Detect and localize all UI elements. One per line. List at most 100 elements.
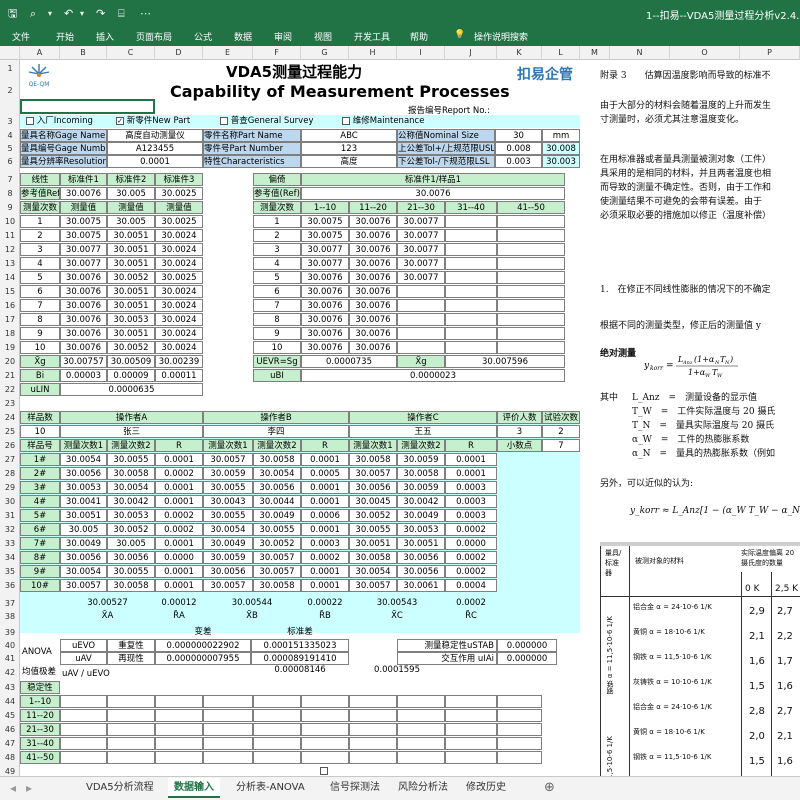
row-header[interactable]: 16 bbox=[0, 299, 20, 312]
row-header[interactable]: 7 bbox=[0, 173, 20, 186]
col-header[interactable]: H bbox=[349, 46, 397, 60]
checkbox-maintenance[interactable]: 维修Maintenance bbox=[342, 115, 424, 128]
lin-value[interactable]: 30.0024 bbox=[155, 327, 203, 340]
scroll-right-icon[interactable]: ▸ bbox=[20, 778, 38, 798]
tell-me-search[interactable]: 操作说明搜索 bbox=[474, 30, 528, 43]
stability-cell[interactable] bbox=[301, 695, 349, 708]
sheet-tab-input[interactable]: 数据输入 bbox=[168, 778, 220, 798]
bias-value[interactable]: 30.0076 bbox=[349, 285, 397, 298]
grr-value[interactable]: 30.0058 bbox=[253, 579, 301, 592]
stability-cell[interactable] bbox=[301, 709, 349, 722]
grr-value[interactable]: 30.0053 bbox=[107, 509, 155, 522]
bias-value[interactable]: 30.0076 bbox=[349, 257, 397, 270]
grr-value[interactable]: 30.0057 bbox=[253, 565, 301, 578]
row-header[interactable]: 1 bbox=[0, 62, 20, 75]
lin-value[interactable]: 30.0025 bbox=[155, 271, 203, 284]
stability-cell[interactable] bbox=[60, 723, 107, 736]
bias-value[interactable]: 30.0075 bbox=[301, 229, 349, 242]
grr-value[interactable]: 30.0055 bbox=[107, 453, 155, 466]
grr-value[interactable]: 30.0049 bbox=[253, 509, 301, 522]
grr-value[interactable]: 30.0052 bbox=[253, 537, 301, 550]
stability-cell[interactable] bbox=[301, 737, 349, 750]
row-header[interactable]: 21 bbox=[0, 369, 20, 382]
gage-no-value[interactable]: A123455 bbox=[107, 142, 203, 155]
nominal-value[interactable]: 30 bbox=[495, 129, 542, 142]
grr-value[interactable]: 30.0059 bbox=[203, 467, 253, 480]
row-header[interactable]: 44 bbox=[0, 695, 20, 708]
bias-value[interactable]: 30.0076 bbox=[349, 341, 397, 354]
evaluators-value[interactable]: 3 bbox=[497, 425, 542, 438]
bias-value[interactable] bbox=[497, 341, 565, 354]
lin-value[interactable]: 30.0024 bbox=[155, 341, 203, 354]
bias-value[interactable]: 30.0076 bbox=[349, 215, 397, 228]
bias-ref-value[interactable]: 30.0076 bbox=[301, 187, 565, 200]
bias-value[interactable]: 30.0076 bbox=[301, 327, 349, 340]
col-header[interactable]: K bbox=[497, 46, 542, 60]
stability-cell[interactable] bbox=[253, 709, 301, 722]
grr-value[interactable]: 30.0042 bbox=[107, 495, 155, 508]
lsl-tol-value[interactable]: 0.003 bbox=[495, 155, 542, 168]
stability-cell[interactable] bbox=[203, 723, 253, 736]
lin-value[interactable]: 30.0051 bbox=[107, 327, 155, 340]
lin-value[interactable]: 30.0052 bbox=[107, 341, 155, 354]
col-header[interactable]: A bbox=[20, 46, 60, 60]
bias-value[interactable] bbox=[445, 285, 497, 298]
grr-value[interactable]: 30.0056 bbox=[107, 551, 155, 564]
col-header[interactable]: F bbox=[253, 46, 301, 60]
stability-cell[interactable] bbox=[397, 709, 445, 722]
row-header[interactable]: 20 bbox=[0, 355, 20, 368]
tab-view[interactable]: 视图 bbox=[314, 30, 332, 43]
stability-cell[interactable] bbox=[155, 723, 203, 736]
trials-value[interactable]: 2 bbox=[542, 425, 580, 438]
grr-value[interactable]: 30.0051 bbox=[349, 537, 397, 550]
grr-value[interactable]: 30.0041 bbox=[60, 495, 107, 508]
stability-cell[interactable] bbox=[203, 709, 253, 722]
row-header[interactable]: 45 bbox=[0, 709, 20, 722]
resolution-value[interactable]: 0.0001 bbox=[107, 155, 203, 168]
grr-value[interactable]: 30.0056 bbox=[253, 481, 301, 494]
bias-value[interactable] bbox=[497, 313, 565, 326]
customize-icon[interactable]: ⋯ bbox=[140, 7, 151, 21]
bias-value[interactable] bbox=[445, 313, 497, 326]
grr-value[interactable]: 30.0044 bbox=[253, 495, 301, 508]
row-header[interactable]: 19 bbox=[0, 341, 20, 354]
grr-value[interactable]: 30.0057 bbox=[203, 453, 253, 466]
lin-value[interactable]: 30.0076 bbox=[60, 313, 107, 326]
stability-cell[interactable] bbox=[445, 709, 497, 722]
stability-cell[interactable] bbox=[107, 723, 155, 736]
bias-value[interactable]: 30.0076 bbox=[301, 271, 349, 284]
operator-b-name[interactable]: 李四 bbox=[203, 425, 349, 438]
grr-value[interactable]: 30.0054 bbox=[253, 467, 301, 480]
stability-cell[interactable] bbox=[253, 723, 301, 736]
row-header[interactable]: 25 bbox=[0, 425, 20, 438]
lin-value[interactable]: 30.0024 bbox=[155, 285, 203, 298]
grr-value[interactable]: 30.0055 bbox=[203, 481, 253, 494]
bias-value[interactable] bbox=[445, 229, 497, 242]
decimal-value[interactable]: 7 bbox=[542, 439, 580, 452]
bias-value[interactable] bbox=[497, 285, 565, 298]
grr-value[interactable]: 30.0058 bbox=[397, 467, 445, 480]
lin-value[interactable]: 30.0053 bbox=[107, 313, 155, 326]
grr-value[interactable]: 30.0042 bbox=[397, 495, 445, 508]
bias-value[interactable] bbox=[397, 285, 445, 298]
bias-value[interactable]: 30.0076 bbox=[301, 313, 349, 326]
row-header[interactable]: 2 bbox=[0, 84, 20, 97]
stability-cell[interactable] bbox=[107, 751, 155, 764]
bias-value[interactable] bbox=[397, 313, 445, 326]
grr-value[interactable]: 30.0054 bbox=[60, 565, 107, 578]
row-header[interactable]: 8 bbox=[0, 187, 20, 200]
grr-value[interactable]: 30.0059 bbox=[397, 453, 445, 466]
stability-cell[interactable] bbox=[60, 737, 107, 750]
sheet-tab-signal[interactable]: 信号探测法 bbox=[324, 778, 386, 798]
stability-cell[interactable] bbox=[155, 751, 203, 764]
tab-help[interactable]: 帮助 bbox=[410, 30, 428, 43]
lin-value[interactable]: 30.0024 bbox=[155, 313, 203, 326]
stability-cell[interactable] bbox=[349, 751, 397, 764]
lin-value[interactable]: 30.0076 bbox=[60, 271, 107, 284]
grr-value[interactable]: 30.0056 bbox=[60, 551, 107, 564]
col-header[interactable]: C bbox=[107, 46, 155, 60]
bias-value[interactable]: 30.0076 bbox=[349, 327, 397, 340]
row-header[interactable]: 12 bbox=[0, 243, 20, 256]
lin-value[interactable]: 30.0075 bbox=[60, 215, 107, 228]
bias-value[interactable] bbox=[497, 327, 565, 340]
